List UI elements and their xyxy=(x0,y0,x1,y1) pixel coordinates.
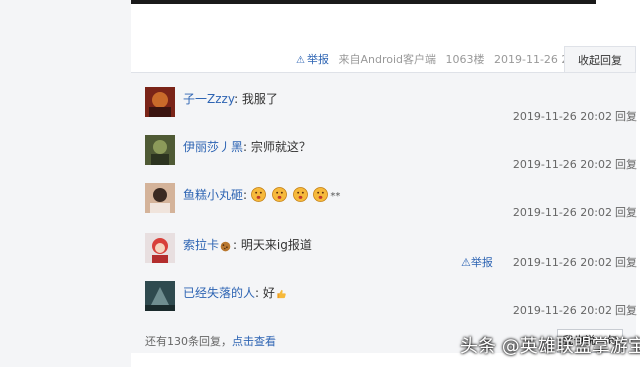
reply-line: 子一Zzzy: 我服了 xyxy=(183,91,278,107)
reply-button[interactable]: 回复 xyxy=(615,158,637,171)
left-background xyxy=(0,0,131,367)
reply-button[interactable]: 回复 xyxy=(615,304,637,317)
report-label: 举报 xyxy=(306,53,329,66)
surprised-face-icon xyxy=(250,187,266,202)
avatar[interactable] xyxy=(145,281,175,311)
post-meta-bar: ⚠ 举报 来自Android客户端 1063楼 2019-11-26 20:02 xyxy=(296,52,593,68)
reply-username[interactable]: 已经失落的人 xyxy=(183,286,255,300)
watermark-text: 头条 @英雄联盟掌游宝 xyxy=(460,336,640,357)
avatar[interactable] xyxy=(145,233,175,263)
reply-meta: 2019-11-26 20:02 回复 xyxy=(513,158,637,172)
colon: : xyxy=(243,140,251,154)
colon: : xyxy=(243,188,251,202)
reply-meta: 2019-11-26 20:02 回复 xyxy=(513,304,637,318)
avatar[interactable] xyxy=(145,87,175,117)
warning-icon: ⚠ xyxy=(461,256,471,269)
surprised-face-icon xyxy=(271,187,287,202)
post-image-bottom-edge xyxy=(131,0,596,4)
thumbs-up-icon xyxy=(277,289,286,299)
reply-timestamp: 2019-11-26 20:02 xyxy=(512,110,612,123)
reply-text: ** xyxy=(330,191,341,202)
reply-timestamp: 2019-11-26 20:02 xyxy=(512,256,612,269)
reply-button[interactable]: 回复 xyxy=(615,206,637,219)
view-more-link[interactable]: 点击查看 xyxy=(232,335,276,348)
report-link[interactable]: ⚠ 举报 xyxy=(296,53,329,66)
reply-text: 明天来ig报道 xyxy=(240,238,312,252)
reply-timestamp: 2019-11-26 20:02 xyxy=(512,206,612,219)
reply-username[interactable]: 鱼糕小丸砸 xyxy=(183,188,243,202)
reply-report-link[interactable]: ⚠举报 xyxy=(461,256,493,269)
reply-meta: ⚠举报 2019-11-26 20:02 回复 xyxy=(461,256,637,270)
reply-line: 伊丽莎丿黑: 宗师就这？ xyxy=(183,139,311,155)
colon: : xyxy=(233,238,241,252)
reply-timestamp: 2019-11-26 20:02 xyxy=(512,304,612,317)
more-replies-count: 还有130条回复， xyxy=(145,335,232,348)
reply-meta: 2019-11-26 20:02 回复 xyxy=(513,206,637,220)
floor-number: 1063楼 xyxy=(445,53,485,66)
source-text: 来自Android客户端 xyxy=(338,53,436,66)
more-replies: 还有130条回复，点击查看 xyxy=(145,333,276,349)
collapse-replies-button[interactable]: 收起回复 xyxy=(564,46,636,74)
reply-text: 好 xyxy=(262,286,275,300)
reply-button[interactable]: 回复 xyxy=(615,256,637,269)
cookie-icon xyxy=(220,241,231,252)
colon: : xyxy=(234,92,242,106)
reply-report-label: 举报 xyxy=(470,256,493,269)
reply-text: 我服了 xyxy=(241,92,278,106)
reply-line: 已经失落的人: 好 xyxy=(183,285,289,301)
avatar[interactable] xyxy=(145,183,175,213)
reply-username[interactable]: 伊丽莎丿黑 xyxy=(183,140,243,154)
reply-username[interactable]: 子一Zzzy xyxy=(183,92,234,106)
reply-line: 索拉卡: 明天来ig报道 xyxy=(183,237,312,253)
surprised-face-icon xyxy=(292,187,308,202)
reply-timestamp: 2019-11-26 20:02 xyxy=(512,158,612,171)
reply-line: 鱼糕小丸砸: ** xyxy=(183,187,340,205)
reply-username[interactable]: 索拉卡 xyxy=(183,238,219,252)
warning-icon: ⚠ xyxy=(296,55,305,66)
colon: : xyxy=(255,286,263,300)
surprised-face-icon xyxy=(313,187,329,202)
reply-text: 宗师就这？ xyxy=(250,140,311,154)
reply-button[interactable]: 回复 xyxy=(615,110,637,123)
reply-panel: 子一Zzzy: 我服了 2019-11-26 20:02 回复 伊丽莎丿黑: 宗师… xyxy=(131,72,637,353)
reply-meta: 2019-11-26 20:02 回复 xyxy=(513,110,637,124)
avatar[interactable] xyxy=(145,135,175,165)
